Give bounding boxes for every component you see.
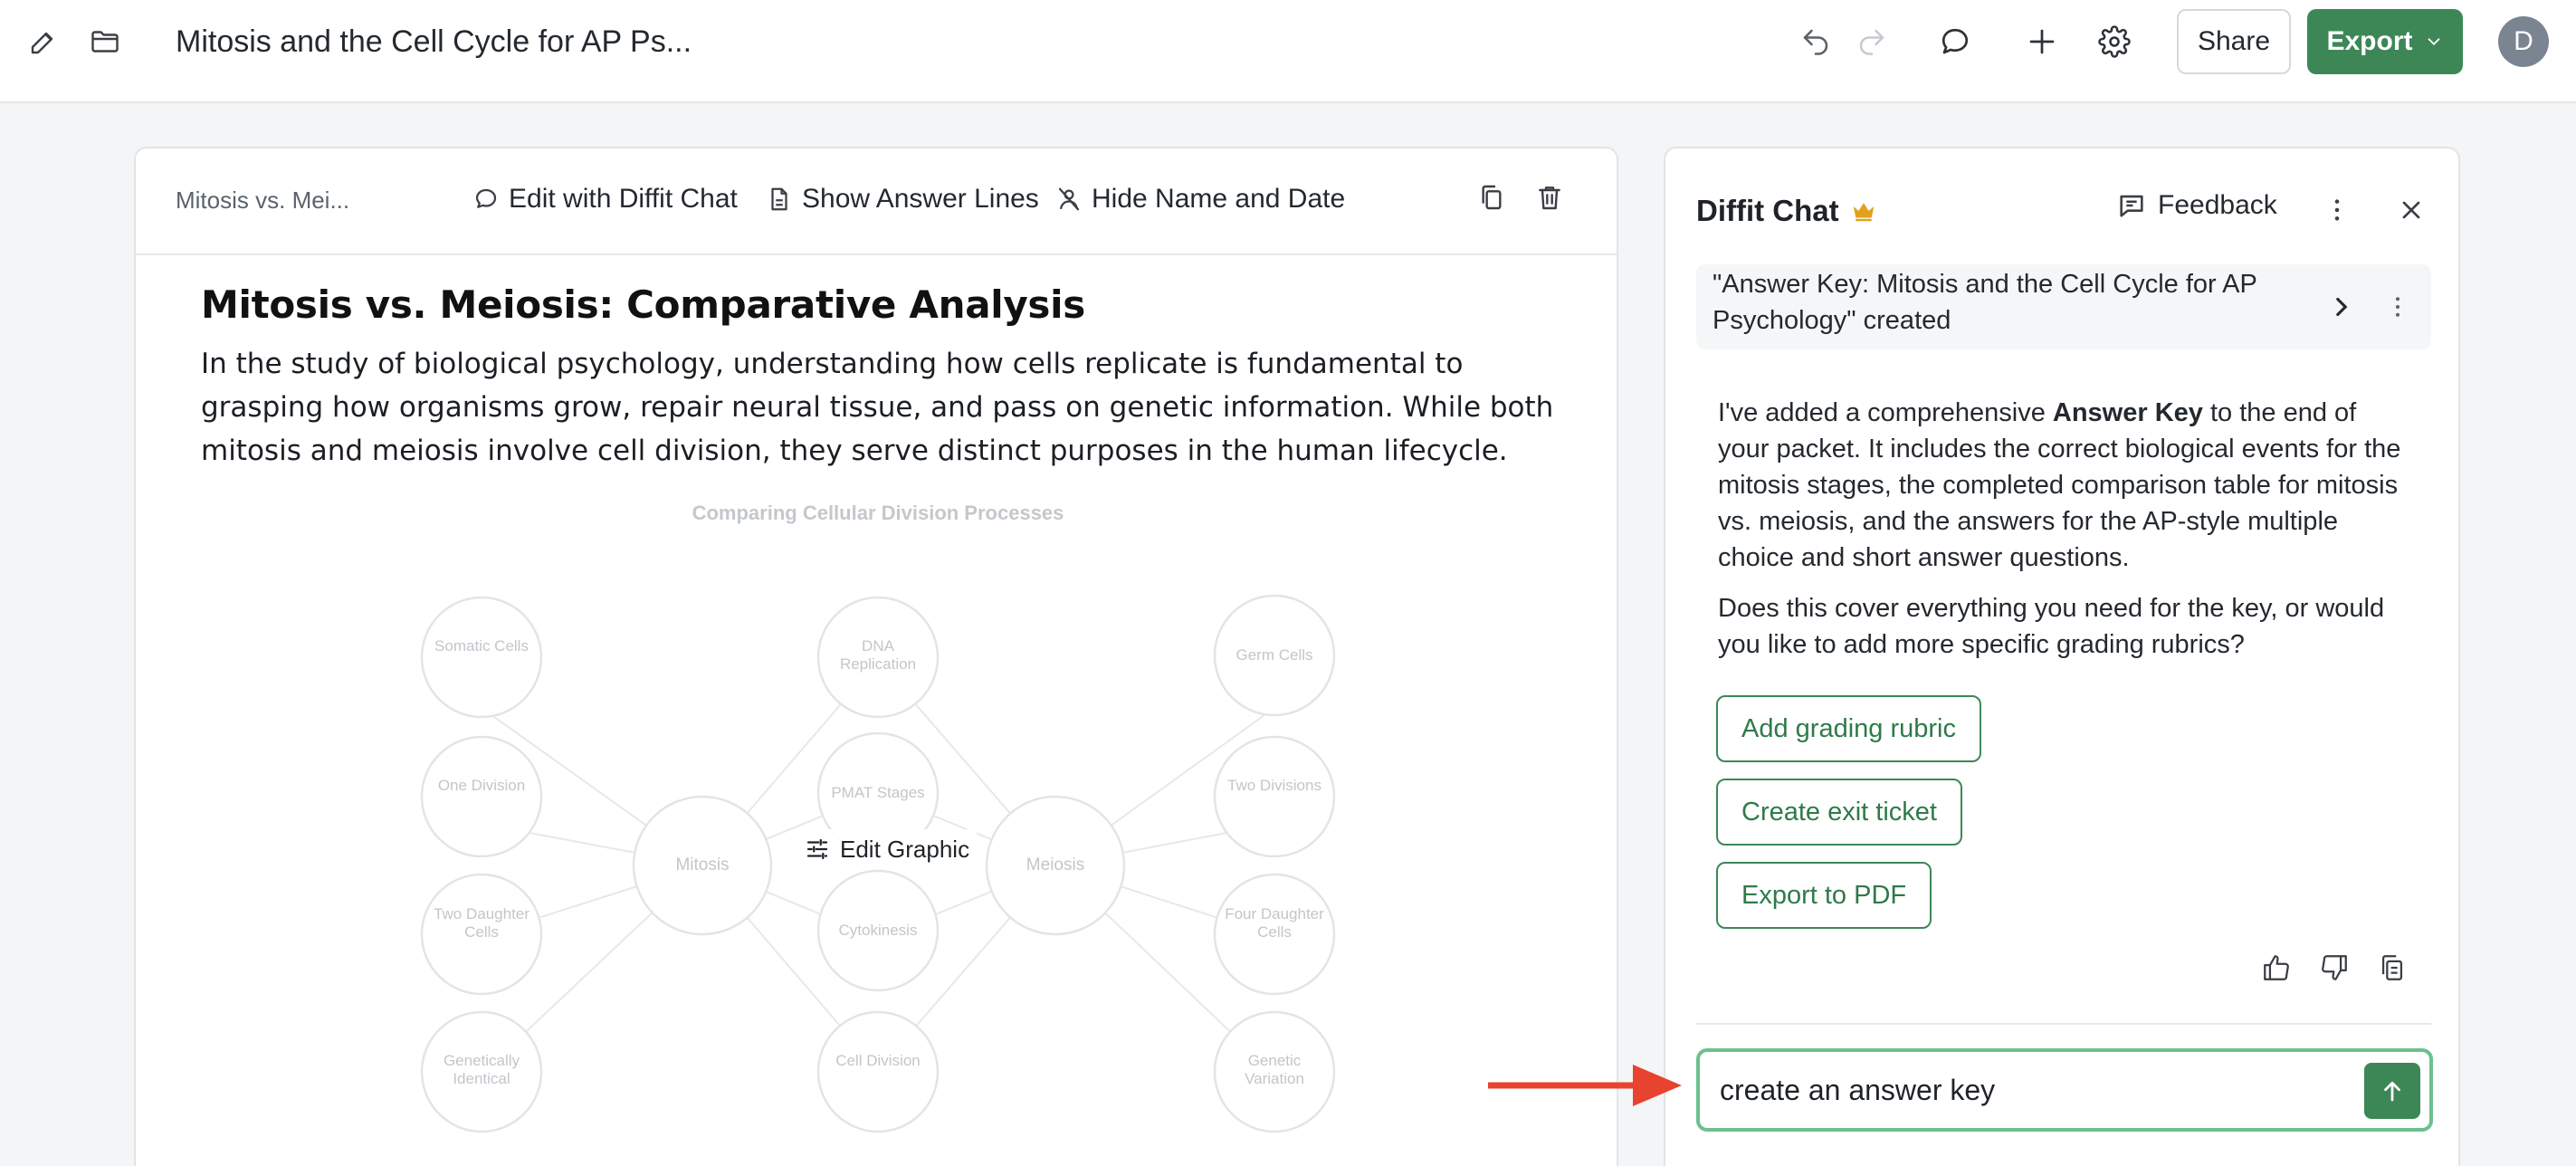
export-label: Export <box>2326 26 2413 56</box>
message-square-icon <box>2120 195 2143 217</box>
more-vertical-icon[interactable] <box>2319 192 2355 228</box>
node-label-genetic-variation: Genetic Variation <box>1245 1052 1304 1087</box>
section-heading: Mitosis vs. Meiosis: Comparative Analysi… <box>201 282 1085 327</box>
node-somatic-cells <box>420 596 543 719</box>
chat-panel: Diffit Chat Feedback "Answer Key: Mitosi… <box>1664 147 2460 1166</box>
copy-icon[interactable] <box>2377 952 2411 987</box>
plus-icon[interactable] <box>2024 24 2060 60</box>
chat-bubble-icon[interactable] <box>1937 24 1973 60</box>
redo-icon[interactable] <box>1854 24 1890 60</box>
node-label-mitosis: Mitosis <box>675 855 730 874</box>
undo-icon[interactable] <box>1798 24 1834 60</box>
edit-with-chat-button[interactable]: Edit with Diffit Chat <box>472 179 738 219</box>
thumbs-down-icon[interactable] <box>2319 952 2353 987</box>
node-label-cytokinesis: Cytokinesis <box>838 922 918 939</box>
chevron-right-icon[interactable] <box>2326 292 2357 322</box>
document-title[interactable]: Mitosis and the Cell Cycle for AP Ps... <box>176 24 692 60</box>
crown-icon <box>1853 203 1874 222</box>
chat-bubble-icon <box>475 188 497 208</box>
node-label-cell-division: Cell Division <box>835 1052 921 1069</box>
chat-title-label: Diffit Chat <box>1696 194 1839 227</box>
trash-icon[interactable] <box>1535 183 1568 215</box>
export-to-pdf-button[interactable]: Export to PDF <box>1716 862 1932 929</box>
gear-icon[interactable] <box>2096 24 2132 60</box>
folder-icon[interactable] <box>87 24 123 60</box>
create-exit-ticket-button[interactable]: Create exit ticket <box>1716 779 1962 846</box>
node-label-one-division: One Division <box>437 777 526 794</box>
thumbs-up-icon[interactable] <box>2261 952 2295 987</box>
node-cell-division <box>816 1010 940 1133</box>
node-two-divisions <box>1213 735 1336 858</box>
message-paragraph-1: I've added a comprehensive Answer Key to… <box>1718 398 2401 572</box>
copy-icon[interactable] <box>1477 183 1510 215</box>
top-bar: Mitosis and the Cell Cycle for AP Ps... … <box>0 0 2576 103</box>
section-breadcrumb[interactable]: Mitosis vs. Mei... <box>176 186 349 215</box>
chat-title: Diffit Chat <box>1696 194 1877 228</box>
node-label-two-daughter: Two Daughter Cells <box>434 905 530 941</box>
arrow-up-icon <box>2384 1081 2400 1102</box>
edit-graphic-button[interactable]: Edit Graphic <box>797 829 978 869</box>
close-icon[interactable] <box>2393 192 2429 228</box>
message-paragraph-2: Does this cover everything you need for … <box>1718 594 2385 659</box>
assistant-message: I've added a comprehensive Answer Key to… <box>1718 395 2406 677</box>
edit-graphic-label: Edit Graphic <box>840 835 970 863</box>
show-answer-lines-button[interactable]: Show Answer Lines <box>766 179 1039 219</box>
node-label-dna-replication: DNA Replication <box>839 637 917 673</box>
avatar[interactable]: D <box>2498 16 2549 67</box>
edit-with-chat-label: Edit with Diffit Chat <box>509 184 738 214</box>
created-notice[interactable]: "Answer Key: Mitosis and the Cell Cycle … <box>1696 264 2431 349</box>
node-label-four-daughter: Four Daughter Cells <box>1225 905 1324 941</box>
chat-input-box[interactable] <box>1696 1048 2433 1132</box>
graphic-title: Comparing Cellular Division Processes <box>692 502 1064 524</box>
chat-message-input[interactable] <box>1720 1070 2353 1110</box>
node-label-genetically-identical: Genetically Identical <box>443 1052 520 1087</box>
share-button[interactable]: Share <box>2177 9 2291 74</box>
node-label-meiosis: Meiosis <box>1026 855 1085 874</box>
edit-icon[interactable] <box>25 24 62 60</box>
add-grading-rubric-button[interactable]: Add grading rubric <box>1716 695 1981 762</box>
more-vertical-icon[interactable] <box>2384 293 2411 320</box>
document-toolbar: Mitosis vs. Mei... Edit with Diffit Chat… <box>136 148 1617 255</box>
divider <box>1696 1023 2431 1025</box>
created-notice-text: "Answer Key: Mitosis and the Cell Cycle … <box>1713 270 2257 335</box>
hide-name-date-label: Hide Name and Date <box>1092 184 1346 214</box>
feedback-label: Feedback <box>2158 190 2277 220</box>
node-one-division <box>420 735 543 858</box>
feedback-button[interactable]: Feedback <box>2116 190 2277 221</box>
document-card: Mitosis vs. Mei... Edit with Diffit Chat… <box>134 147 1618 1166</box>
user-off-icon <box>1058 187 1080 211</box>
annotation-arrow-icon <box>1488 1065 1682 1106</box>
export-button[interactable]: Export <box>2307 9 2463 74</box>
document-icon <box>771 187 787 211</box>
section-paragraph: In the study of biological psychology, u… <box>201 348 1554 467</box>
node-label-somatic: Somatic Cells <box>434 637 529 655</box>
show-answer-lines-label: Show Answer Lines <box>802 184 1039 214</box>
send-button[interactable] <box>2364 1063 2420 1119</box>
sliders-icon <box>806 838 828 860</box>
hide-name-date-button[interactable]: Hide Name and Date <box>1055 179 1345 219</box>
node-label-two-divisions: Two Divisions <box>1227 777 1321 794</box>
node-label-pmat: PMAT Stages <box>831 784 925 801</box>
node-label-germ-cells: Germ Cells <box>1236 646 1313 664</box>
chevron-down-icon <box>2428 38 2439 46</box>
